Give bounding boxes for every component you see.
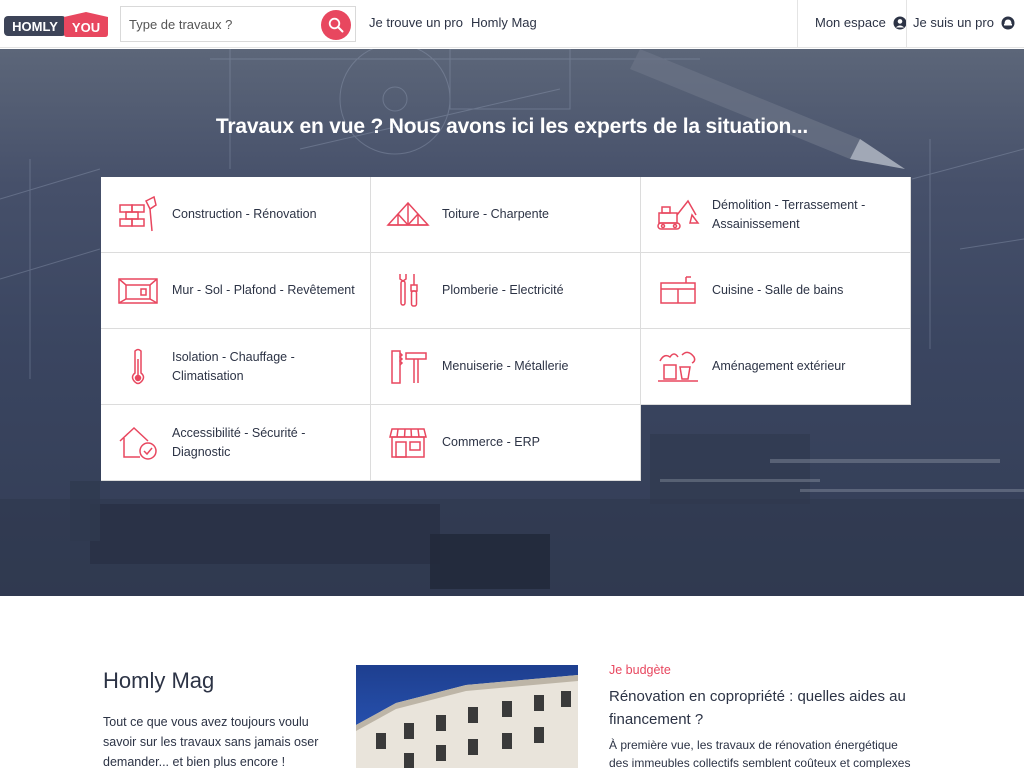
user-account-icon (893, 16, 907, 29)
search-button[interactable] (321, 10, 351, 40)
i-am-pro-button[interactable]: Je suis un pro (913, 15, 1015, 30)
category-label: Construction - Rénovation (172, 207, 317, 221)
logo-text-left: HOMLY (12, 19, 58, 34)
category-label: Isolation - Chauffage - Climatisation (172, 349, 295, 383)
my-space-button[interactable]: Mon espace (815, 15, 907, 30)
my-space-label: Mon espace (815, 15, 886, 30)
bricks-trowel-icon (113, 193, 163, 237)
homlyyou-logo[interactable]: HOMLY YOU (4, 12, 108, 38)
category-label: Menuiserie - Métallerie (442, 359, 569, 373)
wrench-screwdriver-icon (383, 269, 433, 313)
excavator-icon (653, 193, 703, 237)
category-plomberie[interactable]: Plomberie - Electricité (371, 253, 641, 329)
nav-find-pro-link[interactable]: Je trouve un pro (369, 15, 463, 30)
kitchen-cabinet-icon (653, 269, 703, 313)
category-commerce[interactable]: Commerce - ERP (371, 405, 641, 481)
category-isolation[interactable]: Isolation - Chauffage - Climatisation (101, 329, 371, 405)
category-menuiserie[interactable]: Menuiserie - Métallerie (371, 329, 641, 405)
search-input[interactable] (121, 9, 311, 39)
category-label: Mur - Sol - Plafond - Revêtement (172, 283, 355, 297)
category-label: Aménagement extérieur (712, 359, 846, 373)
top-navbar: HOMLY YOU Je trouve un pro Homly Mag Mon… (0, 0, 1024, 48)
mag-section-description: Tout ce que vous avez toujours voulu sav… (103, 715, 319, 768)
garden-icon (653, 345, 703, 389)
roof-truss-icon (383, 193, 433, 237)
category-label: Plomberie - Electricité (442, 283, 564, 297)
category-label: Démolition - Terrassement - Assainisseme… (712, 197, 866, 231)
hero-section: Travaux en vue ? Nous avons ici les expe… (0, 49, 1024, 596)
room-walls-icon (113, 269, 163, 313)
category-mur-sol[interactable]: Mur - Sol - Plafond - Revêtement (101, 253, 371, 329)
article-thumbnail[interactable] (356, 665, 578, 768)
category-label: Cuisine - Salle de bains (712, 283, 844, 297)
pro-helmet-icon (1001, 16, 1015, 29)
search-icon (328, 17, 344, 33)
article-category[interactable]: Je budgète (609, 663, 671, 677)
category-amenagement-exterieur[interactable]: Aménagement extérieur (641, 329, 911, 405)
nav-divider (797, 0, 798, 48)
article-title[interactable]: Rénovation en copropriété : quelles aide… (609, 685, 929, 731)
logo-text-right: YOU (72, 20, 100, 35)
category-toiture[interactable]: Toiture - Charpente (371, 177, 641, 253)
search-bar (120, 6, 356, 42)
storefront-icon (383, 421, 433, 465)
house-check-icon (113, 421, 163, 465)
category-cuisine[interactable]: Cuisine - Salle de bains (641, 253, 911, 329)
category-label: Toiture - Charpente (442, 207, 550, 221)
nav-homly-mag-link[interactable]: Homly Mag (471, 15, 537, 30)
mag-section-title: Homly Mag (103, 668, 215, 693)
category-label: Accessibilité - Sécurité - Diagnostic (172, 425, 306, 459)
category-accessibilite[interactable]: Accessibilité - Sécurité - Diagnostic (101, 405, 371, 481)
article-excerpt: À première vue, les travaux de rénovatio… (609, 738, 911, 768)
category-label: Commerce - ERP (442, 435, 540, 449)
thermometer-icon (113, 345, 163, 389)
i-am-pro-label: Je suis un pro (913, 15, 994, 30)
category-construction[interactable]: Construction - Rénovation (101, 177, 371, 253)
category-demolition[interactable]: Démolition - Terrassement - Assainisseme… (641, 177, 911, 253)
hammer-saw-icon (383, 345, 433, 389)
hero-title: Travaux en vue ? Nous avons ici les expe… (215, 115, 809, 138)
building-photo (356, 665, 578, 768)
nav-divider (906, 0, 907, 48)
